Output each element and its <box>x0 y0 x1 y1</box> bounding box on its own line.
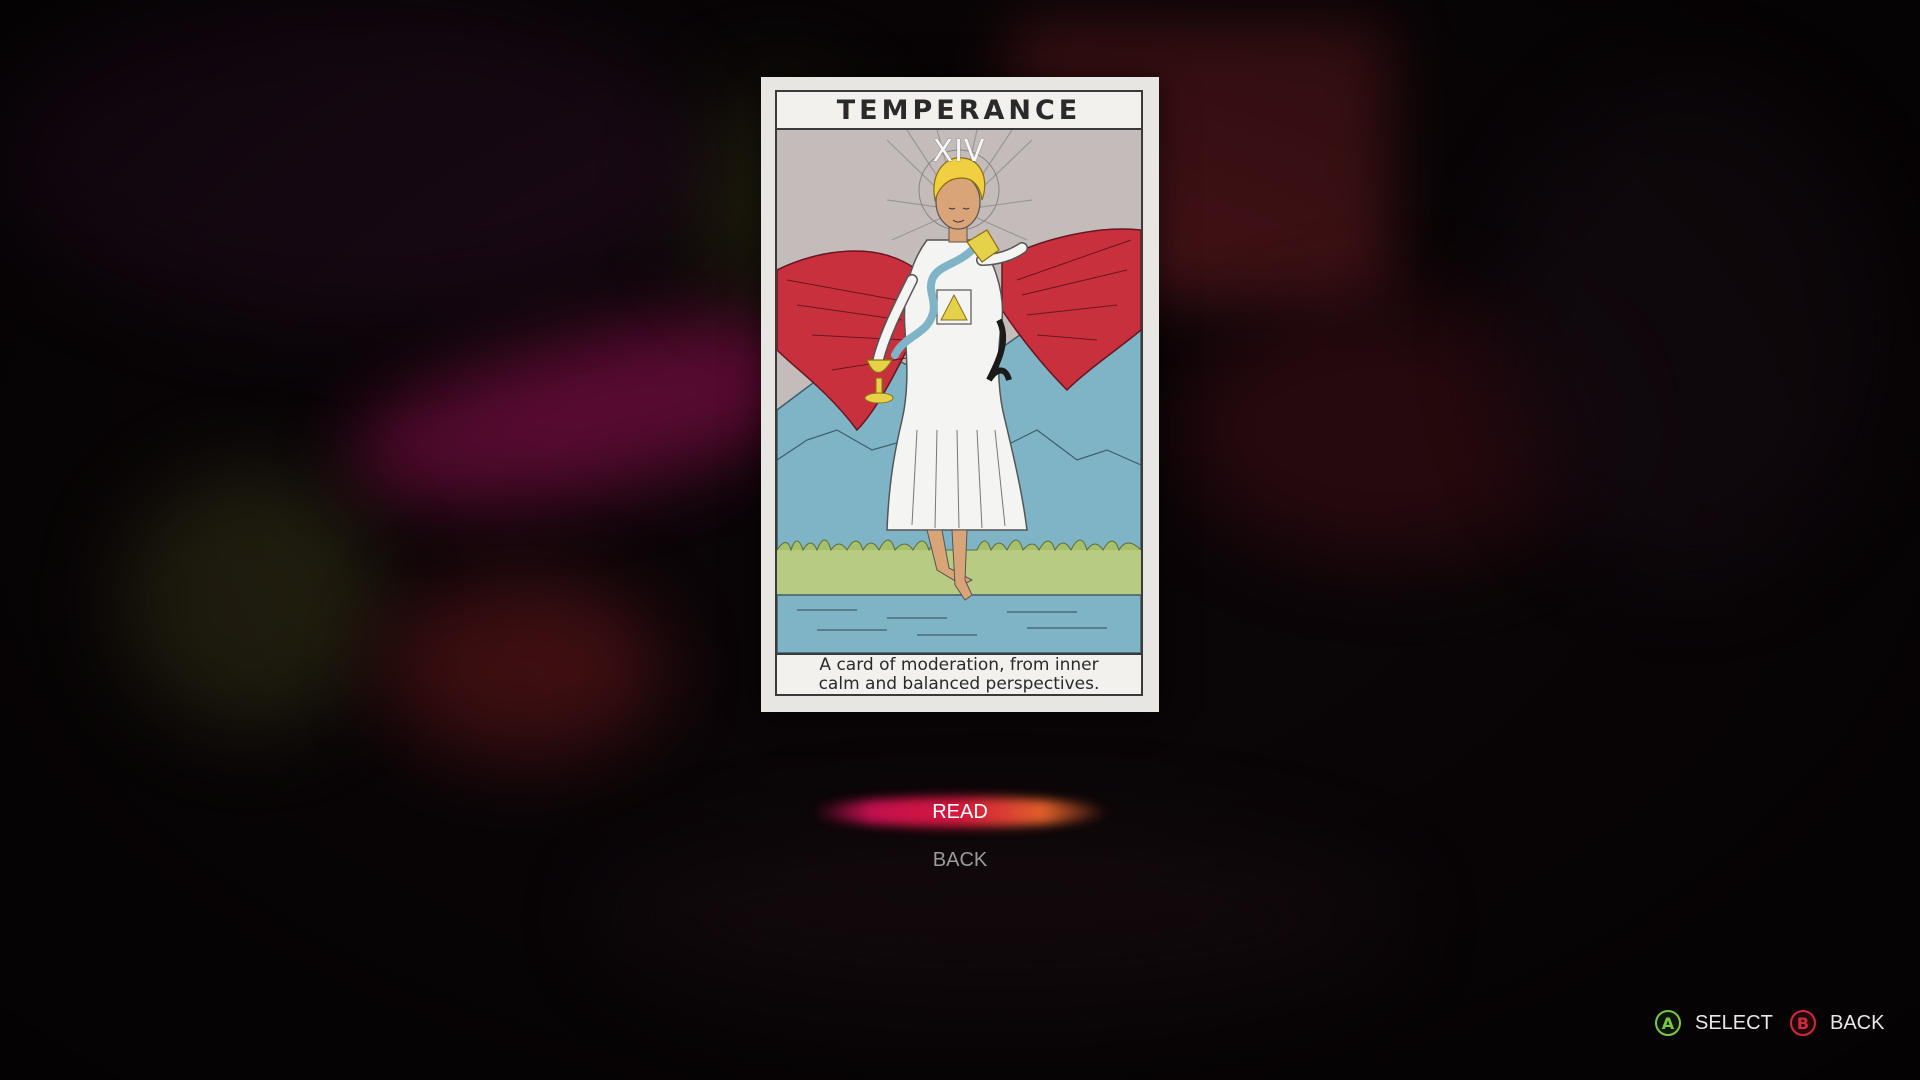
card-title: TEMPERANCE <box>777 92 1141 130</box>
angel-pouring-water-between-cups-icon <box>777 130 1141 653</box>
b-button-icon: B <box>1790 1010 1816 1036</box>
card-description-line: A card of moderation, from inner <box>819 655 1099 675</box>
menu-item-back[interactable]: BACK <box>760 838 1160 882</box>
back-hint[interactable]: B BACK <box>1790 1008 1884 1038</box>
menu-item-label: BACK <box>932 849 988 871</box>
menu-item-label: READ <box>932 801 988 823</box>
card-illustration: XIV <box>777 130 1141 653</box>
card-description-line: calm and balanced perspectives. <box>818 674 1100 694</box>
card-description: A card of moderation, from inner calm an… <box>777 653 1141 694</box>
card-frame: TEMPERANCE XIV A card of moderation, fro… <box>775 90 1143 696</box>
tarot-card: TEMPERANCE XIV A card of moderation, fro… <box>761 77 1159 712</box>
a-button-icon: A <box>1655 1010 1681 1036</box>
game-screen: TEMPERANCE XIV A card of moderation, fro… <box>0 0 1920 1080</box>
select-hint[interactable]: A SELECT <box>1655 1008 1773 1038</box>
back-hint-label: BACK <box>1830 1011 1885 1034</box>
menu-item-read[interactable]: READ <box>760 790 1160 834</box>
select-hint-label: SELECT <box>1695 1011 1773 1034</box>
card-numeral: XIV <box>932 134 986 169</box>
